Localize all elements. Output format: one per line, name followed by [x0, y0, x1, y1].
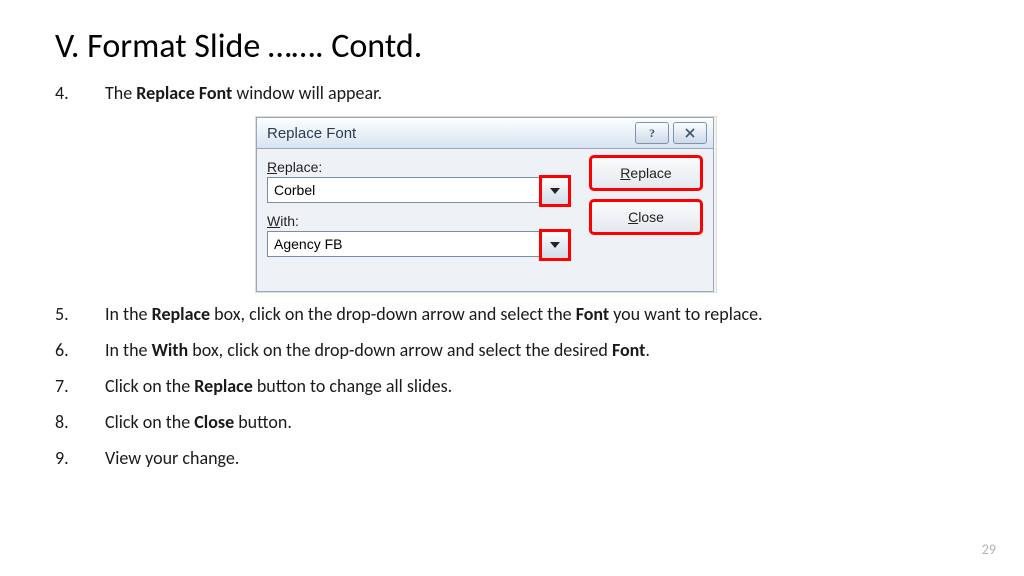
svg-text:?: ?	[649, 126, 655, 140]
content-body: 4. The Replace Font window will appear. …	[55, 80, 974, 482]
step-text-part: View your change.	[105, 447, 239, 469]
dialog-title: Replace Font	[267, 125, 631, 142]
step-text-part: you want to replace.	[609, 303, 762, 325]
step-6: 6. In the With box, click on the drop-do…	[55, 337, 974, 363]
page-number: 29	[982, 541, 996, 558]
step-text-part: The	[105, 82, 136, 104]
with-input[interactable]	[268, 233, 568, 255]
step-text: View your change.	[105, 445, 974, 471]
dialog-body: Replace: With: Replace Close	[257, 149, 713, 291]
step-8: 8. Click on the Close button.	[55, 409, 974, 435]
step-text: The Replace Font window will appear.	[105, 80, 974, 106]
button-label: Close	[628, 209, 664, 226]
step-text-bold: Replace Font	[136, 82, 232, 104]
label-ul: R	[267, 159, 277, 175]
step-text-part: In the	[105, 339, 152, 361]
step-7: 7. Click on the Replace button to change…	[55, 373, 974, 399]
replace-input[interactable]	[268, 179, 568, 201]
step-number: 6.	[55, 337, 105, 363]
step-text-part: Click on the	[105, 411, 194, 433]
with-dropdown-arrow[interactable]	[541, 231, 569, 259]
step-number: 5.	[55, 301, 105, 327]
step-text-part: button to change all slides.	[253, 375, 452, 397]
step-text: In the Replace box, click on the drop-do…	[105, 301, 974, 327]
replace-dropdown-arrow[interactable]	[541, 177, 569, 205]
step-number: 7.	[55, 373, 105, 399]
step-text-part: button.	[234, 411, 292, 433]
replace-button[interactable]: Replace	[591, 157, 701, 189]
step-number: 9.	[55, 445, 105, 471]
close-button[interactable]: Close	[591, 201, 701, 233]
step-number: 4.	[55, 80, 105, 106]
with-combobox[interactable]	[267, 231, 569, 257]
label-rest: eplace:	[277, 159, 322, 175]
dialog-close-button[interactable]	[673, 122, 707, 144]
step-text-part: In the	[105, 303, 152, 325]
step-text: Click on the Replace button to change al…	[105, 373, 974, 399]
step-text-part: box, click on the drop-down arrow and se…	[210, 303, 576, 325]
step-text-bold: Font	[612, 339, 645, 361]
step-text: In the With box, click on the drop-down …	[105, 337, 974, 363]
step-text-bold: Font	[576, 303, 609, 325]
step-5: 5. In the Replace box, click on the drop…	[55, 301, 974, 327]
dialog-titlebar: Replace Font ?	[257, 118, 713, 149]
help-button[interactable]: ?	[635, 122, 669, 144]
step-text-part: window will appear.	[232, 82, 382, 104]
step-text-bold: With	[152, 339, 189, 361]
step-9: 9. View your change.	[55, 445, 974, 471]
step-text: Click on the Close button.	[105, 409, 974, 435]
step-text-part: box, click on the drop-down arrow and se…	[188, 339, 612, 361]
dialog-button-column: Replace Close	[591, 157, 701, 245]
step-text-bold: Replace	[152, 303, 211, 325]
step-text-part: Click on the	[105, 375, 194, 397]
label-ul: W	[267, 213, 280, 229]
button-label: Replace	[620, 165, 671, 182]
label-rest: ith:	[280, 213, 299, 229]
step-4: 4. The Replace Font window will appear.	[55, 80, 974, 106]
step-text-bold: Replace	[194, 375, 253, 397]
step-text-part: .	[645, 339, 650, 361]
replace-combobox[interactable]	[267, 177, 569, 203]
page-title: V. Format Slide ……. Contd.	[55, 26, 422, 67]
step-number: 8.	[55, 409, 105, 435]
replace-font-dialog: Replace Font ? Replace: With:	[256, 117, 714, 292]
step-text-bold: Close	[194, 411, 234, 433]
dialog-wrapper: Replace Font ? Replace: With:	[255, 116, 717, 293]
